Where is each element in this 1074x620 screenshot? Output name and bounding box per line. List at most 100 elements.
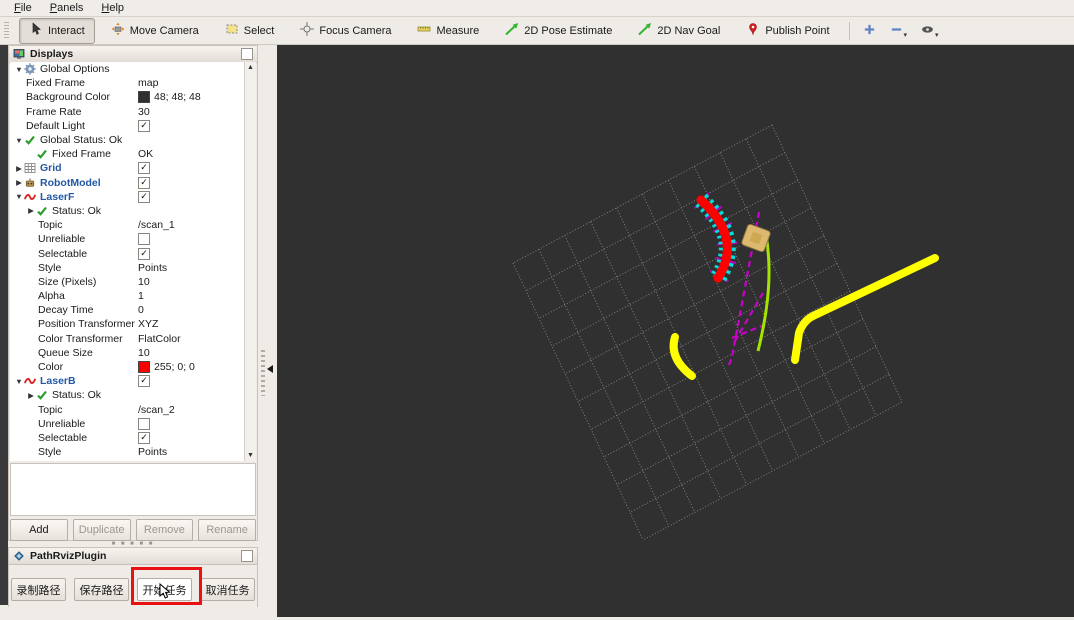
tool-2d-pose-estimate[interactable]: 2D Pose Estimate <box>495 18 622 44</box>
property-value[interactable]: ✓ <box>138 431 150 445</box>
toolbar-grip[interactable] <box>4 21 9 40</box>
tree-row[interactable]: Position Transformer XYZ <box>10 317 246 331</box>
property-value[interactable]: ✓ <box>138 161 150 175</box>
tree-row[interactable]: ▼ LaserF ✓ <box>10 190 246 204</box>
checkbox-checked[interactable]: ✓ <box>138 247 150 260</box>
tree-expander-icon[interactable]: ▶ <box>14 178 24 187</box>
duplicate-display-button[interactable]: Duplicate <box>72 519 131 541</box>
tree-row[interactable]: Topic/scan_2 <box>10 403 246 417</box>
tree-expander-icon[interactable]: ▼ <box>14 65 24 74</box>
save-path-button[interactable]: 保存路径 <box>74 578 129 601</box>
property-value[interactable]: 30 <box>138 105 150 119</box>
splitter-grip[interactable] <box>261 350 265 396</box>
tree-expander-icon[interactable]: ▼ <box>14 192 24 201</box>
collapse-panel-arrow-icon[interactable] <box>267 365 273 373</box>
cancel-task-button[interactable]: 取消任务 <box>200 578 255 601</box>
tree-expander-icon[interactable]: ▶ <box>14 164 24 173</box>
tool-interact[interactable]: Interact <box>19 17 95 44</box>
tree-row[interactable]: Queue Size 10 <box>10 346 246 360</box>
property-value[interactable]: FlatColor <box>138 332 181 346</box>
property-value[interactable]: Points <box>138 261 167 275</box>
tool-select[interactable]: Select <box>215 18 285 44</box>
tool-publish-point[interactable]: Publish Point <box>736 18 839 44</box>
tree-row[interactable]: Color 255; 0; 0 <box>10 360 246 374</box>
property-value[interactable]: XYZ <box>138 317 158 331</box>
tree-row[interactable]: Fixed Frame map <box>10 76 246 90</box>
tree-expander-icon[interactable]: ▼ <box>14 377 24 386</box>
tree-row[interactable]: ▶ Status: Ok <box>10 204 246 218</box>
rename-display-button[interactable]: Rename <box>198 519 256 541</box>
tree-expander-icon[interactable]: ▶ <box>26 206 36 215</box>
tree-expander-icon[interactable]: ▼ <box>14 136 24 145</box>
checkbox-checked[interactable]: ✓ <box>138 431 150 444</box>
property-value[interactable]: 255; 0; 0 <box>138 360 195 374</box>
property-value[interactable]: 0 <box>138 303 144 317</box>
tree-row[interactable]: Size (Pixels) 10 <box>10 275 246 289</box>
menu-help[interactable]: Help <box>93 1 132 15</box>
scroll-up-icon[interactable]: ▲ <box>245 64 256 71</box>
checkbox-checked[interactable]: ✓ <box>138 119 150 132</box>
tree-expander-icon[interactable]: ▶ <box>26 391 36 400</box>
tree-row[interactable]: Decay Time 0 <box>10 303 246 317</box>
panel-float-button[interactable] <box>241 550 253 562</box>
property-value[interactable]: 10 <box>138 275 150 289</box>
property-value[interactable] <box>138 417 150 431</box>
tree-row[interactable]: Topic/scan_1 <box>10 218 246 232</box>
checkbox-checked[interactable]: ✓ <box>138 190 150 203</box>
property-value[interactable] <box>138 232 150 246</box>
remove-tool-button[interactable]: ▾ <box>886 21 912 41</box>
tree-row[interactable]: Background Color 48; 48; 48 <box>10 90 246 104</box>
remove-display-button[interactable]: Remove <box>135 519 194 541</box>
menu-file[interactable]: File <box>6 1 40 15</box>
displays-tree-scrollbar[interactable]: ▲ ▼ <box>244 62 256 461</box>
tool-properties-button[interactable]: ▾ <box>917 21 943 41</box>
tree-row[interactable]: Color Transformer FlatColor <box>10 332 246 346</box>
tree-row[interactable]: ▼ LaserB ✓ <box>10 374 246 388</box>
displays-panel-titlebar[interactable]: Displays <box>9 46 257 63</box>
checkbox-unchecked[interactable] <box>138 417 150 430</box>
tree-row[interactable]: Default Light ✓ <box>10 119 246 133</box>
plugin-panel-titlebar[interactable]: PathRvizPlugin <box>9 548 257 565</box>
checkbox-unchecked[interactable] <box>138 233 150 246</box>
add-tool-button[interactable] <box>859 21 880 41</box>
vertical-splitter[interactable] <box>258 45 277 617</box>
property-value[interactable]: ✓ <box>138 190 150 204</box>
tree-row[interactable]: Alpha 1 <box>10 289 246 303</box>
property-value[interactable]: ✓ <box>138 176 150 190</box>
checkbox-checked[interactable]: ✓ <box>138 375 150 388</box>
property-value[interactable]: ✓ <box>138 119 150 133</box>
property-value[interactable]: Points <box>138 445 167 459</box>
tree-row[interactable]: Frame Rate 30 <box>10 105 246 119</box>
tree-row[interactable]: ▶ RobotModel ✓ <box>10 176 246 190</box>
tree-row[interactable]: ▶ Status: Ok <box>10 388 246 402</box>
checkbox-checked[interactable]: ✓ <box>138 176 150 189</box>
property-value[interactable]: 1 <box>138 289 144 303</box>
property-value[interactable]: map <box>138 76 158 90</box>
checkbox-checked[interactable]: ✓ <box>138 162 150 175</box>
tree-row[interactable]: Style Points <box>10 445 246 459</box>
scroll-down-icon[interactable]: ▼ <box>245 452 256 459</box>
tool-measure[interactable]: Measure <box>407 18 489 44</box>
tree-row[interactable]: ▼ Global Status: Ok <box>10 133 246 147</box>
tool-move-camera[interactable]: Move Camera <box>101 18 209 44</box>
panel-float-button[interactable] <box>241 48 253 60</box>
add-display-button[interactable]: Add <box>10 519 68 541</box>
property-value[interactable]: ✓ <box>138 374 150 388</box>
property-value[interactable]: /scan_2 <box>138 403 175 417</box>
property-value[interactable]: OK <box>138 147 153 161</box>
property-value[interactable]: 48; 48; 48 <box>138 90 201 104</box>
tree-row[interactable]: Selectable ✓ <box>10 431 246 445</box>
tree-row[interactable]: ▶ Grid ✓ <box>10 161 246 175</box>
tree-row[interactable]: Fixed Frame OK <box>10 147 246 161</box>
tree-row[interactable]: ▼ Global Options <box>10 62 246 76</box>
menu-panels[interactable]: Panels <box>42 1 92 15</box>
tree-row[interactable]: Unreliable <box>10 232 246 246</box>
render-viewport[interactable] <box>277 45 1074 617</box>
tool-2d-nav-goal[interactable]: 2D Nav Goal <box>628 18 730 44</box>
tree-row[interactable]: Selectable ✓ <box>10 246 246 260</box>
property-value[interactable]: ✓ <box>138 246 150 260</box>
tree-row[interactable]: Unreliable <box>10 417 246 431</box>
tool-focus-camera[interactable]: Focus Camera <box>290 18 401 44</box>
record-path-button[interactable]: 录制路径 <box>11 578 66 601</box>
tree-row[interactable]: Style Points <box>10 261 246 275</box>
